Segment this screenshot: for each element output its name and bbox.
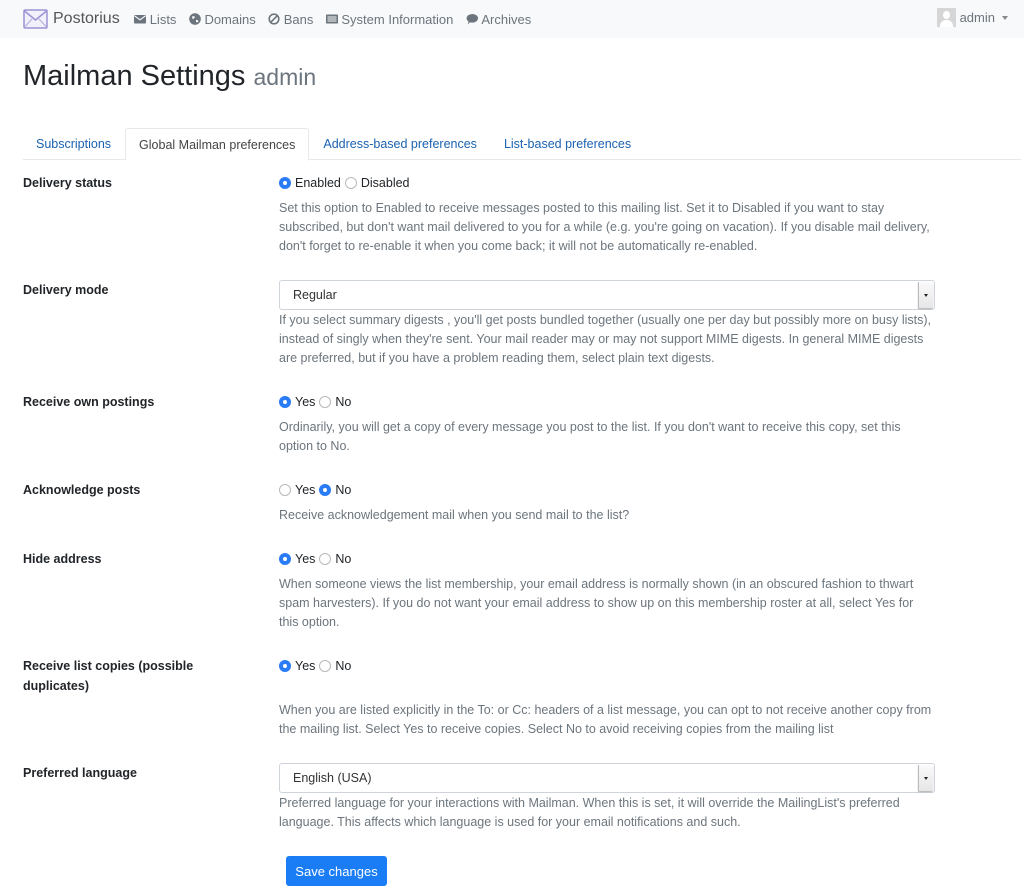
navbar: Postorius Lists Domains Bans System Info…: [0, 0, 1024, 38]
delivery-mode-label: Delivery mode: [23, 283, 109, 297]
tab-address-based-preferences[interactable]: Address-based preferences: [310, 128, 490, 160]
acknowledge-posts-label: Acknowledge posts: [23, 483, 141, 497]
receive-own-postings-label: Receive own postings: [23, 395, 155, 409]
delivery-mode-select[interactable]: Regular: [279, 280, 935, 310]
nav-archives-label: Archives: [481, 11, 532, 27]
preferred-language-label: Preferred language: [23, 766, 137, 780]
hide-address-help: When someone views the list membership, …: [279, 577, 914, 629]
delivery-mode-help: If you select summary digests , you'll g…: [279, 313, 932, 365]
receive-list-copy-no-radio[interactable]: No: [319, 659, 351, 673]
ban-icon: [268, 13, 281, 26]
delivery-status-help: Set this option to Enabled to receive me…: [279, 201, 930, 253]
nav-domains-label: Domains: [204, 11, 256, 27]
brand-name: Postorius: [53, 10, 120, 27]
delivery-status-label: Delivery status: [23, 176, 112, 190]
receive-own-postings-help: Ordinarily, you will get a copy of every…: [279, 420, 901, 453]
nav-bans[interactable]: Bans: [268, 11, 314, 27]
caret-down-icon: [1002, 15, 1008, 20]
hide-address-yes-radio[interactable]: Yes: [279, 552, 315, 566]
tab-global-mailman-preferences[interactable]: Global Mailman preferences: [125, 128, 310, 161]
postorius-logo-icon: [23, 9, 48, 29]
page-subtitle: admin: [253, 64, 317, 90]
acknowledge-posts-no-radio[interactable]: No: [319, 483, 351, 497]
preferred-language-select[interactable]: English (USA): [279, 763, 935, 793]
delivery-status-radios: Enabled Disabled: [279, 173, 935, 193]
comment-icon: [465, 13, 478, 26]
receive-own-postings-no-radio[interactable]: No: [319, 395, 351, 409]
save-changes-button[interactable]: Save changes: [286, 856, 387, 886]
page-title: Mailman Settings admin: [23, 60, 316, 93]
receive-list-copy-help: When you are listed explicitly in the To…: [279, 703, 932, 736]
tab-bar: Subscriptions Global Mailman preferences…: [23, 128, 1021, 161]
nav-archives[interactable]: Archives: [465, 12, 531, 27]
delivery-mode-value: Regular: [293, 288, 337, 302]
nav-system-information-label: System Information: [341, 11, 454, 27]
avatar: [936, 8, 956, 27]
brand-link[interactable]: Postorius: [23, 9, 120, 29]
tab-list-based-preferences[interactable]: List-based preferences: [491, 128, 644, 160]
hide-address-label: Hide address: [23, 552, 102, 566]
nav-lists-label: Lists: [149, 11, 177, 27]
preferred-language-value: English (USA): [293, 771, 372, 785]
receive-own-postings-yes-radio[interactable]: Yes: [279, 395, 315, 409]
acknowledge-posts-help: Receive acknowledgement mail when you se…: [279, 508, 630, 522]
delivery-status-disabled-radio[interactable]: Disabled: [344, 176, 410, 190]
user-menu[interactable]: admin: [936, 8, 1008, 27]
user-name: admin: [959, 10, 995, 25]
nav-system-information[interactable]: System Information: [325, 12, 453, 27]
globe-icon: [188, 13, 201, 26]
list-alt-icon: [325, 13, 338, 26]
hide-address-no-radio[interactable]: No: [319, 552, 351, 566]
receive-list-copy-label: Receive list copies (possible duplicates…: [23, 659, 194, 693]
nav-lists[interactable]: Lists: [134, 11, 177, 27]
receive-list-copy-yes-radio[interactable]: Yes: [279, 659, 315, 673]
dropdown-arrow-icon: [918, 282, 933, 308]
preferred-language-help: Preferred language for your interactions…: [279, 796, 900, 829]
nav-domains[interactable]: Domains: [188, 11, 256, 27]
acknowledge-posts-yes-radio[interactable]: Yes: [279, 483, 315, 497]
nav-bans-label: Bans: [283, 11, 314, 27]
dropdown-arrow-icon: [918, 765, 933, 791]
page-title-text: Mailman Settings: [23, 60, 246, 92]
envelope-icon: [134, 13, 147, 26]
delivery-status-enabled-radio[interactable]: Enabled: [279, 176, 341, 190]
tab-subscriptions[interactable]: Subscriptions: [23, 128, 124, 160]
